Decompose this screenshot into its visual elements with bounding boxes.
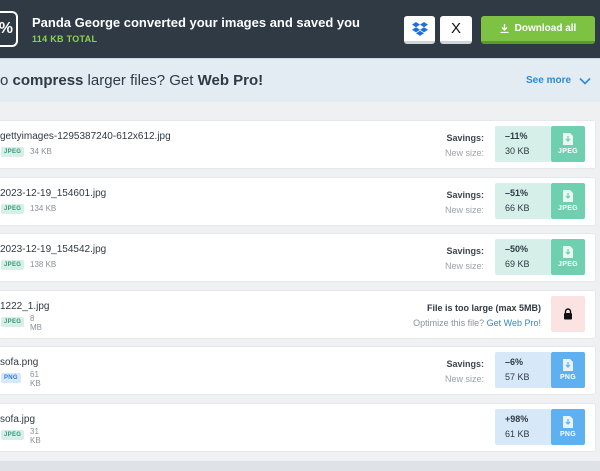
file-name: sofa.jpg: [0, 414, 36, 425]
results-header: % Panda George converted your images and…: [0, 0, 600, 58]
savings-label: Savings:: [446, 133, 484, 143]
new-size: 69 KB: [505, 259, 530, 269]
file-size: 8 MB: [30, 314, 42, 332]
new-size-label: New size:: [444, 261, 484, 271]
savings-label: Savings:: [446, 246, 484, 256]
file-row: 2023-12-19_154542.jpg JPEG 138 KB Saving…: [0, 233, 596, 282]
lock-icon: [564, 308, 572, 320]
savings-percent: +98%: [505, 414, 529, 424]
download-icon: [500, 24, 509, 33]
new-size: 66 KB: [505, 203, 530, 213]
see-more-link[interactable]: See more: [526, 75, 591, 86]
new-size-label: New size:: [444, 205, 484, 215]
download-all-button[interactable]: Download all: [481, 16, 595, 44]
promo-text: o compress larger files? Get Web Pro!: [0, 72, 264, 89]
file-type-badge: JPEG: [1, 317, 25, 327]
file-name: sofa.png: [0, 357, 39, 368]
savings-percent: –51%: [505, 188, 529, 198]
file-type-badge: JPEG: [1, 204, 25, 214]
too-large-message: File is too large (max 5MB): [426, 303, 541, 313]
savings-label: Savings:: [446, 190, 484, 200]
download-all-label: Download all: [514, 23, 577, 34]
file-type-badge: JPEG: [1, 147, 25, 157]
file-download-icon: [563, 359, 573, 371]
file-name: 1222_1.jpg: [0, 301, 50, 312]
file-name: gettyimages-1295387240-612x612.jpg: [0, 131, 171, 142]
file-type-badge: PNG: [1, 373, 21, 383]
file-download-icon: [563, 133, 573, 145]
file-size: 134 KB: [30, 204, 57, 213]
savings-percent: –6%: [505, 357, 524, 367]
file-name: 2023-12-19_154601.jpg: [0, 188, 107, 199]
file-size: 34 KB: [30, 147, 52, 156]
new-size-label: New size:: [444, 374, 484, 384]
savings-result: –51% 66 KB: [495, 183, 551, 219]
download-file-button[interactable]: JPEG: [551, 183, 585, 219]
pro-promo-banner: o compress larger files? Get Web Pro! Se…: [0, 58, 600, 102]
savings-percent: –11%: [505, 131, 528, 141]
file-size: 138 KB: [30, 260, 57, 269]
new-size-label: New size:: [444, 148, 484, 158]
results-title: Panda George converted your images and s…: [32, 15, 360, 30]
download-file-button[interactable]: JPEG: [551, 239, 585, 275]
download-file-button[interactable]: JPEG: [551, 126, 585, 162]
savings-result: –6% 57 KB: [495, 352, 551, 388]
file-row: sofa.png PNG 61 KB Savings: New size: –6…: [0, 346, 596, 395]
bottom-divider: [0, 461, 600, 471]
file-size: 31 KB: [30, 427, 41, 445]
file-download-icon: [563, 416, 573, 428]
file-row: sofa.jpg JPEG 31 KB +98% 61 KB PNG: [0, 403, 596, 452]
savings-label: Savings:: [446, 359, 484, 369]
savings-percent: –50%: [505, 244, 529, 254]
savings-result: –50% 69 KB: [495, 239, 551, 275]
savings-result: +98% 61 KB: [495, 409, 551, 445]
chevron-down-icon: [579, 77, 591, 85]
dropbox-icon: [411, 21, 428, 36]
new-size: 61 KB: [505, 429, 530, 439]
new-size: 30 KB: [505, 146, 530, 156]
download-file-button[interactable]: PNG: [551, 352, 585, 388]
file-row: 1222_1.jpg JPEG 8 MB File is too large (…: [0, 290, 596, 339]
file-row: 2023-12-19_154601.jpg JPEG 134 KB Saving…: [0, 177, 596, 226]
locked-button[interactable]: [551, 296, 585, 332]
file-download-icon: [563, 190, 573, 202]
file-row: gettyimages-1295387240-612x612.jpg JPEG …: [0, 120, 596, 169]
file-name: 2023-12-19_154542.jpg: [0, 244, 107, 255]
total-saved: 114 KB TOTAL: [32, 34, 98, 44]
percent-badge: %: [0, 11, 18, 47]
new-size: 57 KB: [505, 372, 530, 382]
x-share-button[interactable]: X: [440, 16, 472, 44]
dropbox-button[interactable]: [404, 16, 435, 44]
file-type-badge: JPEG: [1, 260, 25, 270]
optimize-prompt: Optimize this file? Get Web Pro!: [413, 318, 541, 328]
file-size: 61 KB: [30, 370, 41, 388]
savings-result: –11% 30 KB: [495, 126, 551, 162]
download-file-button[interactable]: PNG: [551, 409, 585, 445]
get-web-pro-link[interactable]: Get Web Pro!: [487, 318, 541, 328]
file-type-badge: JPEG: [1, 430, 25, 440]
file-download-icon: [563, 246, 573, 258]
